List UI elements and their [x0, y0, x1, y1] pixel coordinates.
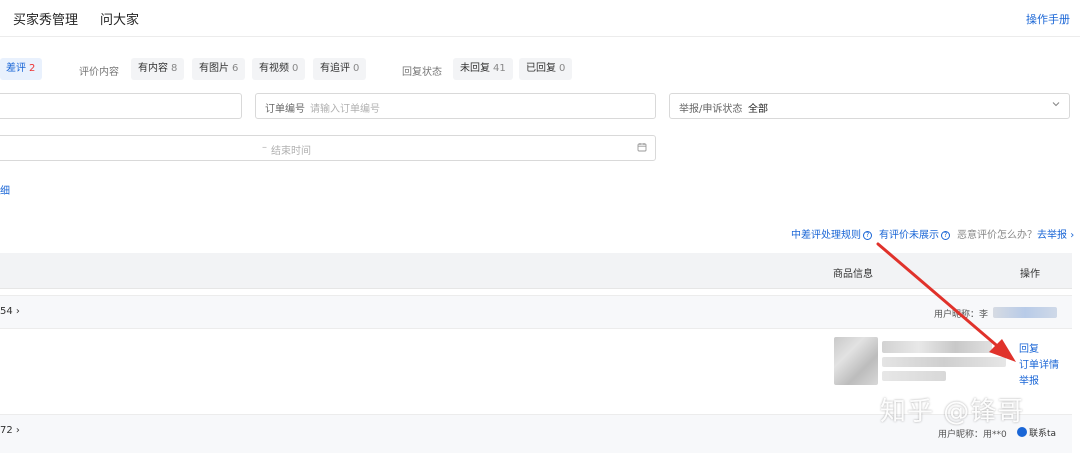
- red-arrow-annotation: [876, 242, 1016, 362]
- watermark: 知乎 @锋哥: [880, 397, 1025, 427]
